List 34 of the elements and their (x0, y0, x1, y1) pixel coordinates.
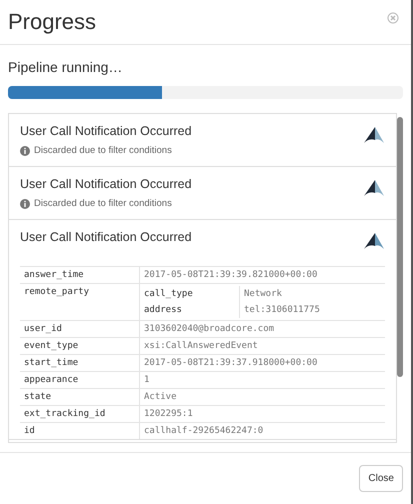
field-key: event_type (20, 338, 140, 354)
field-key: state (20, 389, 140, 405)
field-value: callhalf-29265462247:0 (143, 425, 264, 438)
field-key: ext_tracking_id (20, 406, 140, 422)
info-icon (20, 146, 30, 156)
field-value: Active (143, 391, 178, 404)
event-note: Discarded due to filter conditions (34, 196, 172, 211)
field-value: 1202295:1 (143, 408, 194, 421)
sail-icon[interactable] (363, 179, 385, 197)
field-key: appearance (20, 372, 140, 388)
field-key: start_time (20, 355, 140, 371)
event-title: User Call Notification Occurred (20, 123, 192, 140)
field-value: 3103602040@broadcore.com (143, 323, 276, 336)
sail-icon[interactable] (363, 126, 385, 144)
field-key: answer_time (20, 267, 140, 283)
info-icon (20, 198, 30, 209)
field-key: remote_party (20, 284, 140, 320)
field-key: address (140, 302, 240, 318)
field-value: 1 (143, 374, 150, 387)
field-value: 2017-05-08T21:39:37.918000+00:00 (143, 357, 318, 370)
dialog-title: Progress (8, 8, 96, 36)
field-value: xsi:CallAnsweredEvent (143, 340, 259, 353)
event-note: Discarded due to filter conditions (34, 144, 172, 158)
status-text: Pipeline running… (8, 58, 124, 77)
sail-icon[interactable] (363, 232, 385, 250)
field-value: 2017-05-08T21:39:39.821000+00:00 (143, 269, 318, 282)
field-key: user_id (20, 321, 140, 337)
event-title: User Call Notification Occurred (20, 229, 192, 246)
field-key: call_type (140, 286, 240, 302)
field-key: id (20, 423, 140, 439)
close-button[interactable]: Close (359, 465, 403, 492)
event-title: User Call Notification Occurred (20, 176, 192, 193)
field-value: tel:3106011775 (243, 304, 321, 317)
field-value: Network (243, 288, 283, 301)
